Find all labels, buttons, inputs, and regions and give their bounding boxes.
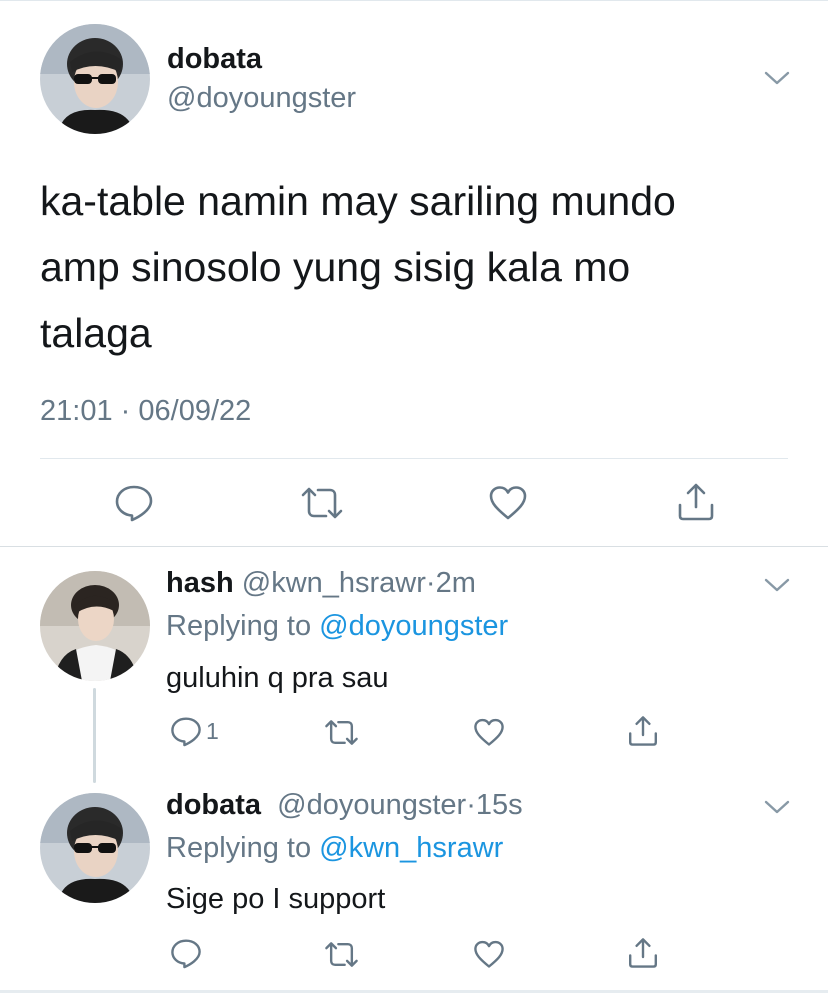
- share-icon: [629, 938, 657, 968]
- replying-prefix: Replying to: [166, 832, 312, 864]
- tweet-timestamp[interactable]: 21:01 · 06/09/22: [40, 395, 251, 428]
- display-name[interactable]: dobata: [166, 789, 261, 821]
- reply-count: 1: [206, 718, 219, 744]
- header-separator: ·: [466, 789, 476, 821]
- share-button[interactable]: [676, 482, 716, 522]
- share-button[interactable]: [627, 937, 659, 969]
- avatar[interactable]: [40, 24, 150, 134]
- reply-header: dobata @doyoungster·15s: [166, 789, 523, 822]
- avatar[interactable]: [40, 793, 150, 903]
- mention-link[interactable]: @doyoungster: [319, 610, 508, 642]
- replying-to: Replying to @doyoungster: [166, 610, 508, 643]
- display-name[interactable]: dobata: [167, 43, 262, 76]
- reply-button[interactable]: 1: [170, 716, 219, 747]
- like-button[interactable]: [473, 718, 505, 747]
- user-handle[interactable]: @kwn_hsrawr: [242, 567, 426, 599]
- retweet-button[interactable]: [324, 940, 359, 969]
- avatar[interactable]: [40, 571, 150, 681]
- retweet-icon: [325, 942, 358, 967]
- share-icon: [629, 716, 657, 746]
- reply-text: Sige po I support: [166, 883, 386, 915]
- like-button[interactable]: [473, 940, 505, 969]
- user-handle[interactable]: @doyoungster: [277, 789, 466, 821]
- share-button[interactable]: [627, 715, 659, 747]
- header-separator: ·: [425, 567, 436, 599]
- thread-connector: [93, 688, 96, 783]
- like-button[interactable]: [488, 485, 528, 521]
- action-bar-divider: [40, 458, 788, 459]
- reply-bubble-icon: [171, 939, 201, 969]
- chevron-down-icon[interactable]: [764, 70, 790, 86]
- replying-to: Replying to @kwn_hsrawr: [166, 832, 503, 865]
- tweet-time: 21:01: [40, 395, 113, 427]
- tweet-date: 06/09/22: [138, 395, 252, 427]
- heart-icon: [474, 718, 504, 746]
- tweet-text: ka-table namin may sariling mundo amp si…: [40, 168, 800, 366]
- reply-age[interactable]: 15s: [476, 789, 523, 821]
- mention-link[interactable]: @kwn_hsrawr: [319, 832, 503, 864]
- retweet-icon: [301, 487, 343, 519]
- heart-icon: [489, 486, 527, 520]
- retweet-button[interactable]: [300, 485, 344, 521]
- timestamp-separator: ·: [120, 395, 131, 427]
- reply-age[interactable]: 2m: [436, 567, 476, 599]
- chevron-down-icon[interactable]: [764, 799, 790, 815]
- top-divider: [0, 0, 828, 1]
- retweet-button[interactable]: [324, 718, 359, 747]
- heart-icon: [474, 940, 504, 968]
- reply-bubble-icon: [171, 717, 201, 747]
- display-name[interactable]: hash: [166, 567, 234, 599]
- reply-button[interactable]: [114, 484, 154, 522]
- share-icon: [678, 483, 714, 521]
- tweet-text-line: amp sinosolo yung sisig kala mo: [40, 244, 631, 290]
- reply-text: guluhin q pra sau: [166, 662, 389, 694]
- replying-prefix: Replying to: [166, 610, 312, 642]
- retweet-icon: [325, 720, 358, 745]
- tweet-text-line: ka-table namin may sariling mundo: [40, 178, 676, 224]
- section-divider: [0, 546, 828, 547]
- reply-button[interactable]: [170, 938, 202, 969]
- reply-header: hash @kwn_hsrawr·2m: [166, 567, 476, 600]
- tweet-text-line: talaga: [40, 310, 152, 356]
- user-handle[interactable]: @doyoungster: [167, 82, 356, 115]
- chevron-down-icon[interactable]: [764, 577, 790, 593]
- reply-bubble-icon: [115, 485, 153, 522]
